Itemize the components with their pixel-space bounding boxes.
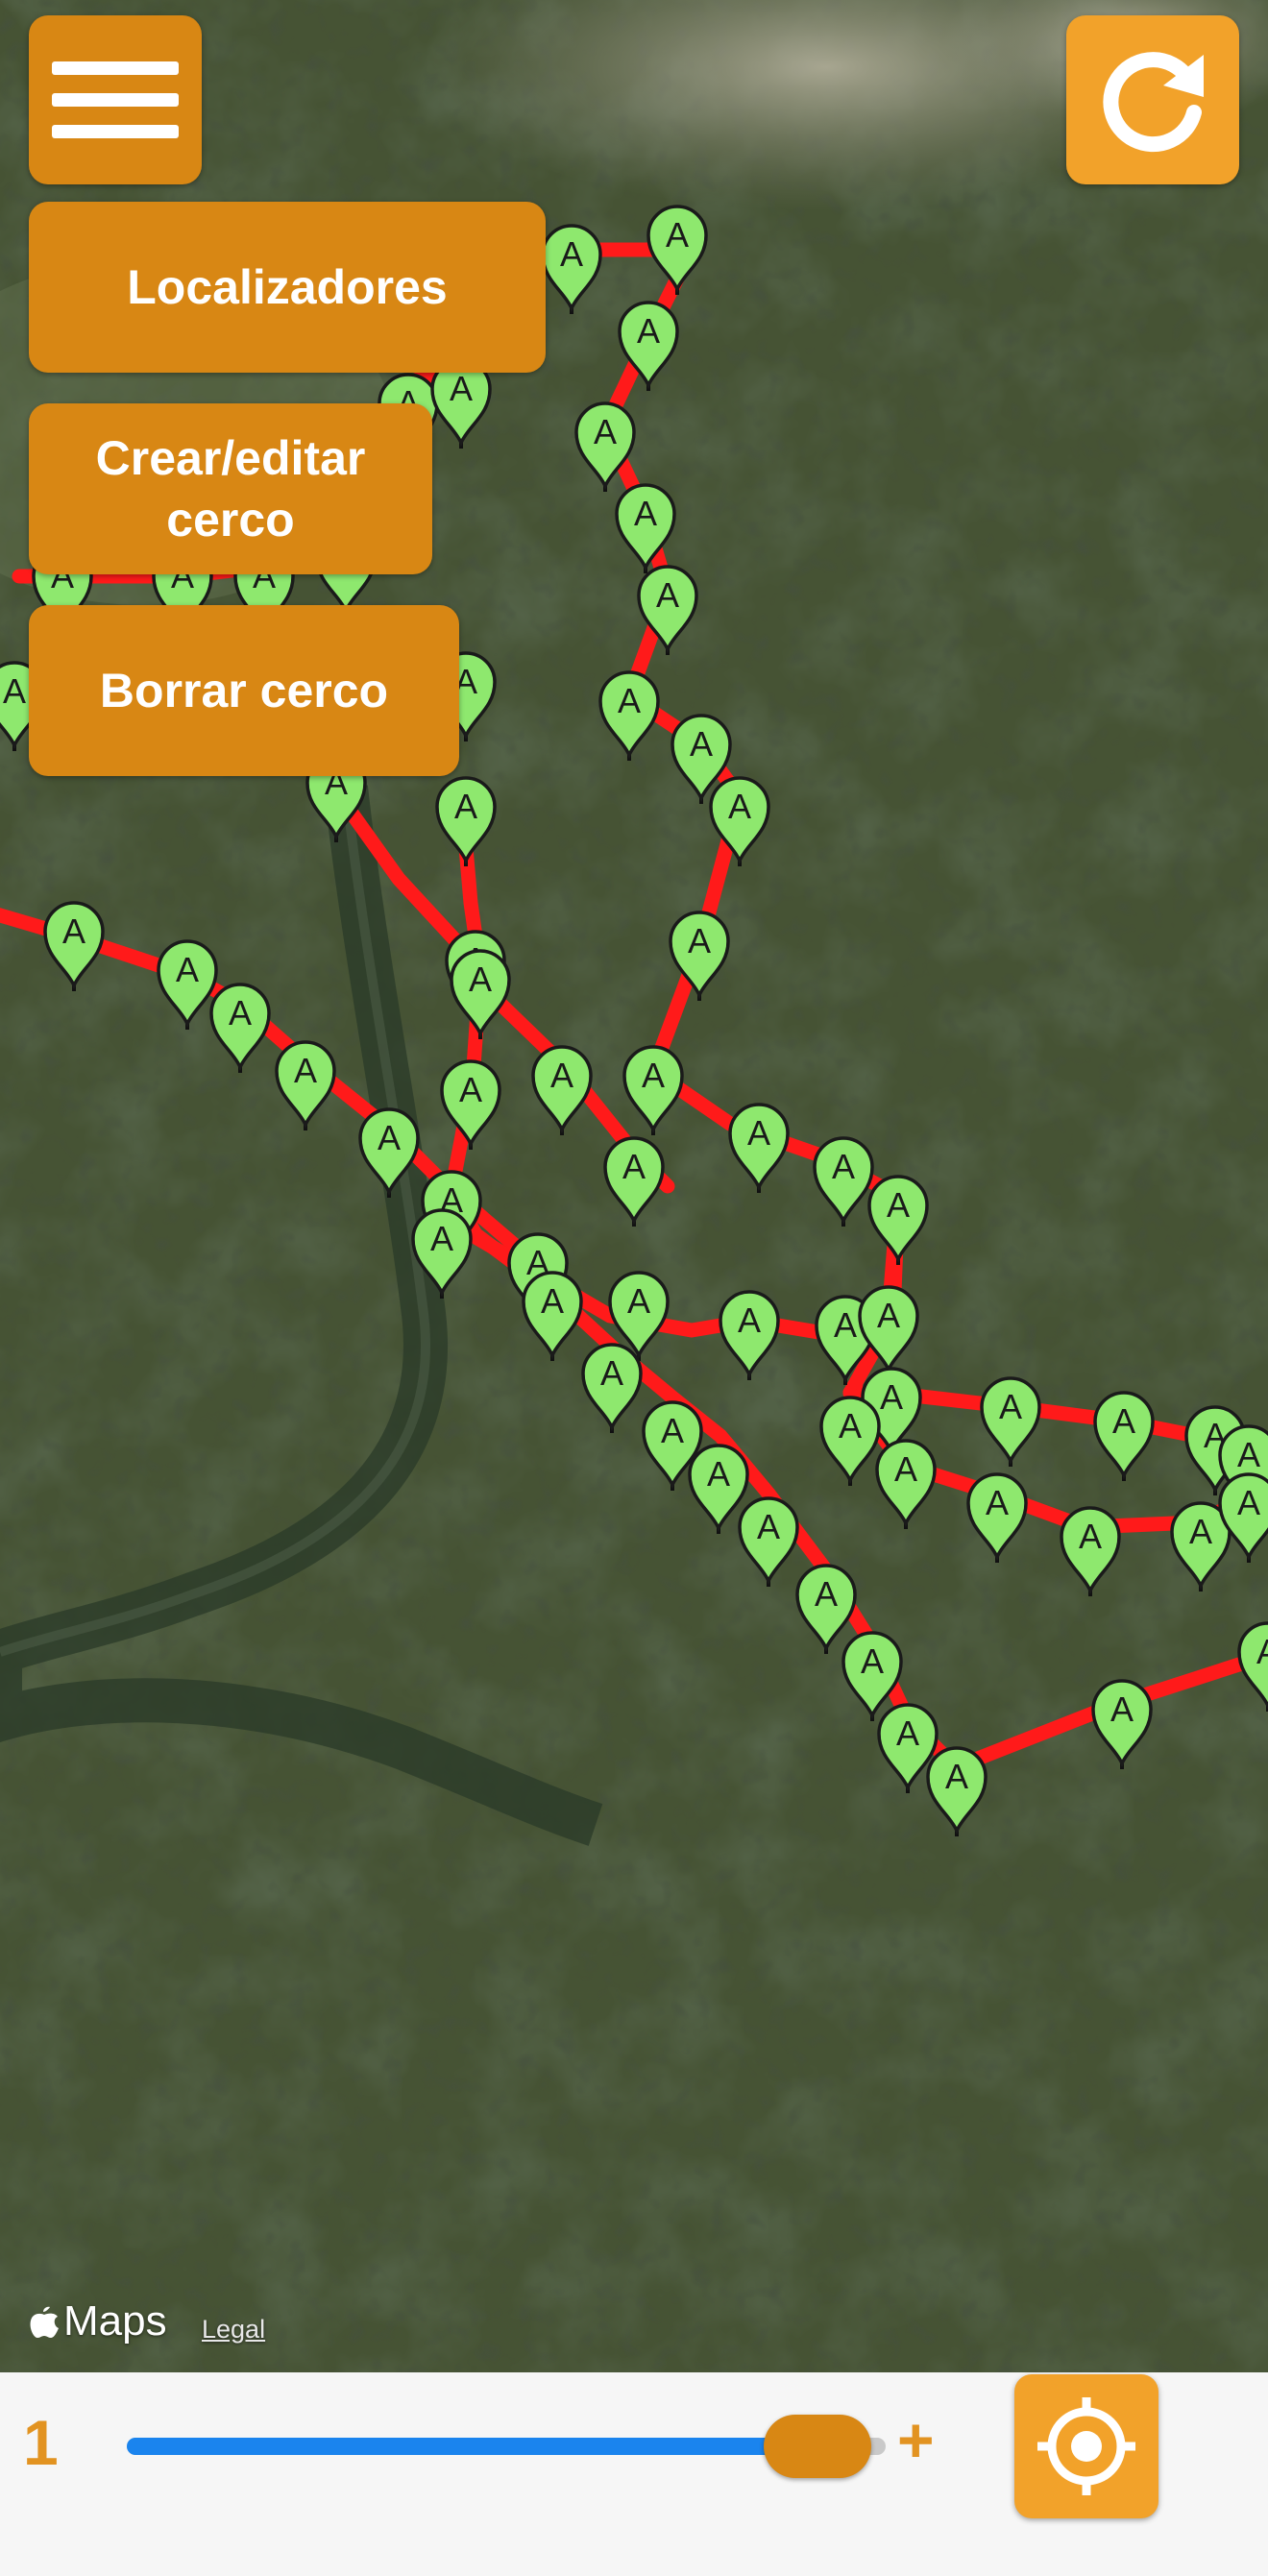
svg-text:A: A [430,1219,453,1258]
svg-text:A: A [3,671,26,711]
zoom-slider-fill [127,2438,817,2455]
apple-logo-icon [30,2306,59,2338]
crosshair-locate-icon [1037,2397,1135,2495]
svg-text:A: A [877,1296,900,1335]
svg-text:A: A [627,1281,650,1321]
svg-text:A: A [1110,1689,1134,1729]
svg-text:A: A [666,215,689,255]
maps-label: Maps [63,2297,167,2345]
refresh-button[interactable] [1066,15,1239,184]
crear-editar-cerco-label: Crear/editar cerco [95,431,366,547]
svg-text:A: A [815,1574,838,1614]
localizadores-label: Localizadores [127,260,448,314]
zoom-slider-thumb[interactable] [763,2415,871,2478]
locate-button[interactable] [1014,2374,1158,2518]
svg-text:A: A [1256,1632,1268,1671]
localizadores-button[interactable]: Localizadores [29,202,546,373]
svg-text:A: A [541,1281,564,1321]
refresh-icon [1103,52,1204,153]
svg-text:A: A [618,681,641,720]
svg-text:A: A [600,1353,623,1393]
svg-text:A: A [450,369,473,408]
svg-text:A: A [1189,1512,1212,1551]
svg-text:A: A [454,787,477,826]
svg-text:A: A [1079,1517,1102,1556]
svg-text:A: A [861,1641,884,1681]
svg-text:A: A [896,1713,919,1753]
svg-text:A: A [945,1757,968,1796]
zoom-min-label: 1 [23,2407,59,2478]
svg-text:A: A [880,1377,903,1417]
svg-text:A: A [62,911,85,951]
svg-text:A: A [747,1113,770,1153]
svg-text:A: A [229,993,252,1033]
svg-text:A: A [637,311,660,351]
zoom-slider[interactable] [127,2415,886,2478]
svg-text:A: A [634,494,657,533]
svg-text:A: A [1237,1435,1260,1474]
svg-text:A: A [832,1147,855,1186]
svg-text:A: A [176,950,199,989]
svg-text:A: A [622,1147,646,1186]
svg-text:A: A [757,1507,780,1546]
svg-text:A: A [550,1056,573,1095]
svg-text:A: A [999,1387,1022,1426]
menu-button[interactable] [29,15,202,184]
svg-text:A: A [378,1118,401,1157]
svg-text:A: A [594,412,617,451]
svg-text:A: A [656,575,679,615]
svg-text:A: A [839,1406,862,1446]
svg-text:A: A [834,1305,857,1345]
svg-text:A: A [294,1051,317,1090]
svg-text:A: A [894,1449,917,1489]
svg-text:A: A [459,1070,482,1109]
svg-text:A: A [642,1056,665,1095]
svg-text:A: A [469,960,492,999]
svg-text:A: A [738,1300,761,1340]
svg-text:A: A [1112,1401,1135,1441]
svg-text:A: A [887,1185,910,1225]
maps-attribution: Maps [29,2297,167,2345]
svg-text:A: A [1237,1483,1260,1522]
borrar-cerco-label: Borrar cerco [99,664,389,717]
svg-text:A: A [728,787,751,826]
svg-text:A: A [560,234,583,274]
svg-text:A: A [688,921,711,960]
zoom-max-label: + [897,2404,935,2475]
crear-editar-cerco-button[interactable]: Crear/editar cerco [29,403,432,574]
borrar-cerco-button[interactable]: Borrar cerco [29,605,459,776]
svg-text:A: A [690,724,713,764]
svg-text:A: A [986,1483,1009,1522]
svg-text:A: A [707,1454,730,1494]
svg-text:A: A [661,1411,684,1450]
legal-link[interactable]: Legal [202,2315,265,2345]
